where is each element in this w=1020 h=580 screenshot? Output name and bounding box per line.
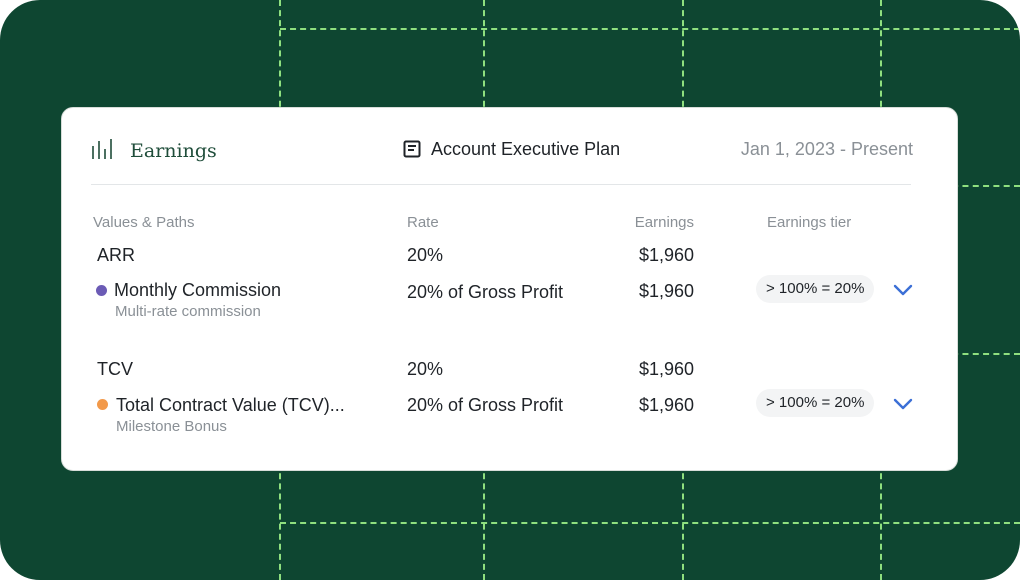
item-label: Monthly Commission: [114, 280, 282, 300]
grid-line: [280, 28, 1020, 30]
app-title: Earnings: [130, 140, 217, 162]
item-earnings: $1,960: [638, 281, 694, 301]
group-earnings: $1,960: [638, 245, 694, 265]
date-range: Jan 1, 2023 - Present: [740, 139, 913, 159]
item-earnings: $1,960: [638, 395, 694, 415]
earnings-card: Earnings Account Executive Plan Jan 1, 2…: [61, 107, 958, 471]
status-dot: [97, 399, 108, 410]
bars-icon: [92, 139, 112, 159]
group-rate: 20%: [407, 359, 444, 379]
grid-line: [280, 522, 1020, 524]
earnings-tier-badge: > 100% = 20%: [756, 389, 875, 417]
group-rate: 20%: [407, 245, 444, 265]
group-earnings: $1,960: [638, 359, 694, 379]
earnings-tier-badge: > 100% = 20%: [756, 275, 875, 303]
group-name: ARR: [97, 245, 136, 265]
status-dot: [96, 285, 107, 296]
header-divider: [91, 184, 911, 185]
group-name: TCV: [97, 359, 133, 379]
item-label: Total Contract Value (TCV)...: [116, 395, 345, 415]
card-header: Earnings Account Executive Plan Jan 1, 2…: [62, 108, 957, 186]
column-header-earnings: Earnings: [634, 214, 694, 231]
item-sublabel: Milestone Bonus: [116, 418, 227, 435]
item-sublabel: Multi-rate commission: [115, 303, 261, 320]
chevron-down-icon[interactable]: [893, 397, 913, 411]
column-header-values-paths: Values & Paths: [93, 214, 195, 231]
column-header-earnings-tier: Earnings tier: [767, 214, 852, 231]
item-rate: 20% of Gross Profit: [407, 282, 564, 302]
plan-name[interactable]: Account Executive Plan: [431, 139, 620, 160]
item-rate: 20% of Gross Profit: [407, 395, 564, 415]
column-header-rate: Rate: [407, 214, 439, 231]
chevron-down-icon[interactable]: [893, 283, 913, 297]
document-icon: [403, 140, 421, 158]
